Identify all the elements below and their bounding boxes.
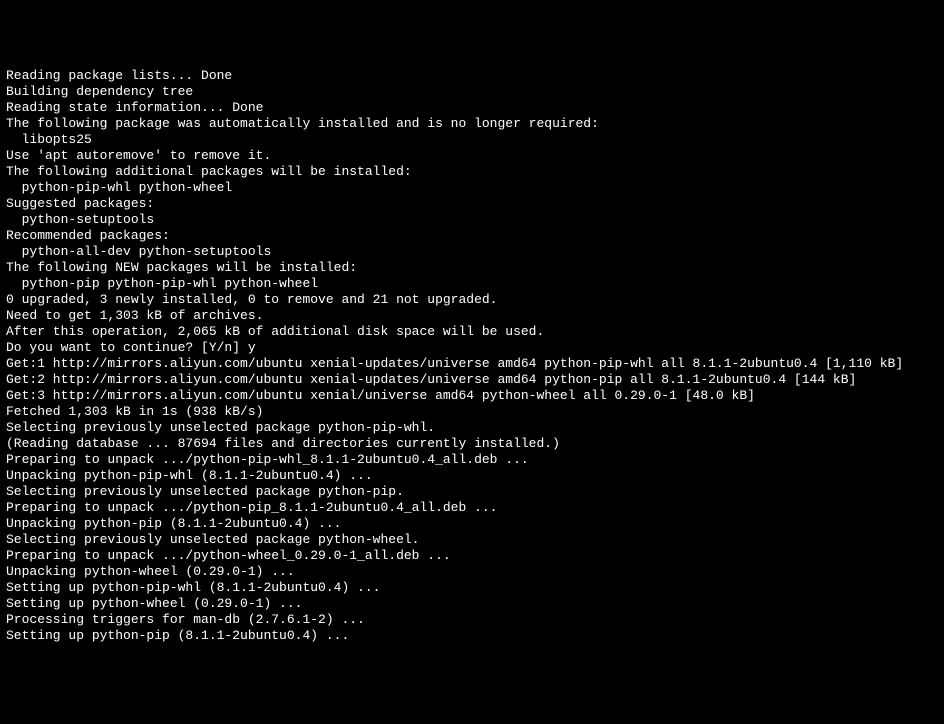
terminal-line: The following additional packages will b…	[6, 164, 938, 180]
terminal-line: After this operation, 2,065 kB of additi…	[6, 324, 938, 340]
terminal-line: Building dependency tree	[6, 84, 938, 100]
terminal-line: python-pip-whl python-wheel	[6, 180, 938, 196]
terminal-line: Selecting previously unselected package …	[6, 420, 938, 436]
terminal-line: 0 upgraded, 3 newly installed, 0 to remo…	[6, 292, 938, 308]
terminal-line: Selecting previously unselected package …	[6, 532, 938, 548]
terminal-line: Do you want to continue? [Y/n] y	[6, 340, 938, 356]
terminal-line: Preparing to unpack .../python-pip_8.1.1…	[6, 500, 938, 516]
terminal-line: Use 'apt autoremove' to remove it.	[6, 148, 938, 164]
terminal-line: Need to get 1,303 kB of archives.	[6, 308, 938, 324]
terminal-line: Setting up python-wheel (0.29.0-1) ...	[6, 596, 938, 612]
terminal-line: Suggested packages:	[6, 196, 938, 212]
terminal-line: Unpacking python-pip (8.1.1-2ubuntu0.4) …	[6, 516, 938, 532]
terminal-line: Reading package lists... Done	[6, 68, 938, 84]
terminal-line: The following NEW packages will be insta…	[6, 260, 938, 276]
terminal-line: Unpacking python-pip-whl (8.1.1-2ubuntu0…	[6, 468, 938, 484]
terminal-line: Setting up python-pip-whl (8.1.1-2ubuntu…	[6, 580, 938, 596]
terminal-line: Get:1 http://mirrors.aliyun.com/ubuntu x…	[6, 356, 938, 372]
terminal-line: Recommended packages:	[6, 228, 938, 244]
terminal-line: Get:2 http://mirrors.aliyun.com/ubuntu x…	[6, 372, 938, 388]
terminal-line: libopts25	[6, 132, 938, 148]
terminal-line: (Reading database ... 87694 files and di…	[6, 436, 938, 452]
terminal-line: Selecting previously unselected package …	[6, 484, 938, 500]
terminal-line: Preparing to unpack .../python-wheel_0.2…	[6, 548, 938, 564]
terminal-line: The following package was automatically …	[6, 116, 938, 132]
terminal-line: Reading state information... Done	[6, 100, 938, 116]
terminal-line: python-pip python-pip-whl python-wheel	[6, 276, 938, 292]
terminal-line: python-setuptools	[6, 212, 938, 228]
terminal-line: Fetched 1,303 kB in 1s (938 kB/s)	[6, 404, 938, 420]
terminal-line: Preparing to unpack .../python-pip-whl_8…	[6, 452, 938, 468]
terminal-line: Processing triggers for man-db (2.7.6.1-…	[6, 612, 938, 628]
terminal-line: Setting up python-pip (8.1.1-2ubuntu0.4)…	[6, 628, 938, 644]
terminal-line: python-all-dev python-setuptools	[6, 244, 938, 260]
terminal-output: Reading package lists... DoneBuilding de…	[6, 68, 938, 644]
terminal-line: Get:3 http://mirrors.aliyun.com/ubuntu x…	[6, 388, 938, 404]
